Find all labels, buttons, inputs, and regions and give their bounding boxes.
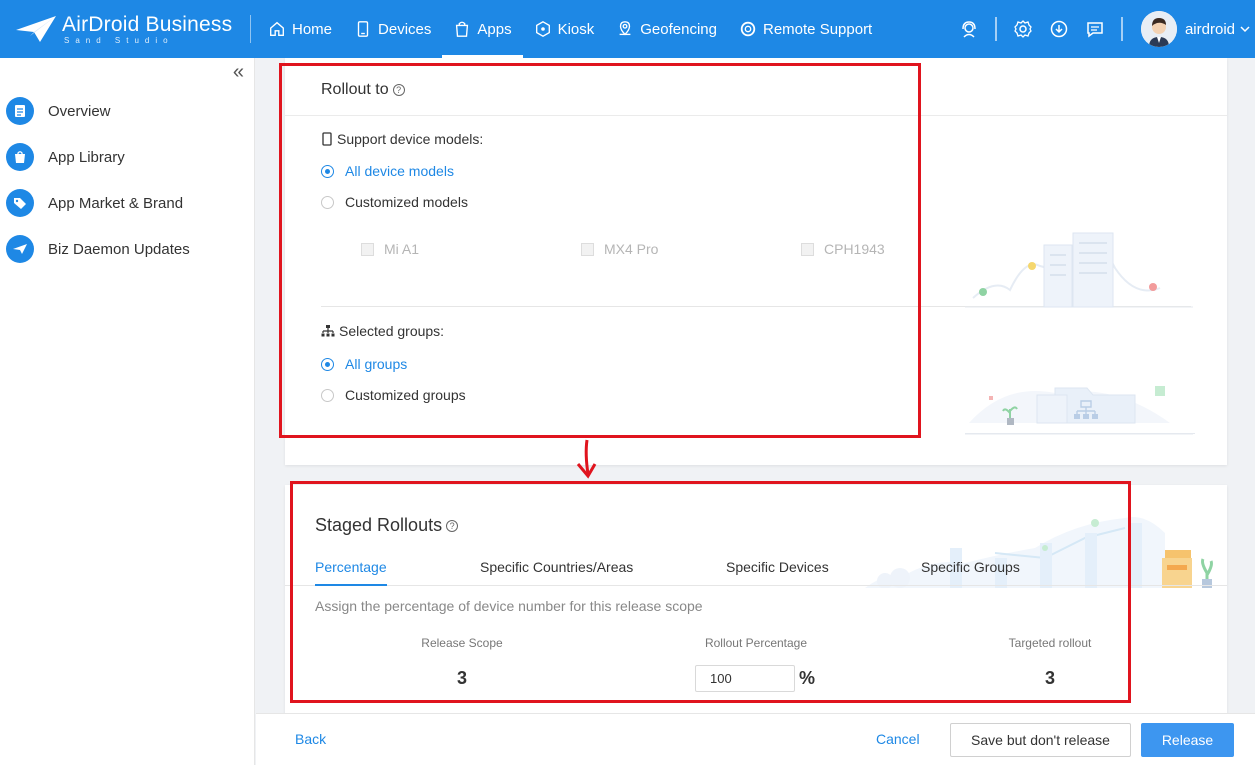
chevron-down-icon[interactable]	[1239, 23, 1251, 35]
plane-icon	[6, 235, 34, 263]
nav-kiosk[interactable]: Kiosk	[523, 0, 606, 58]
chat-icon	[1087, 22, 1103, 38]
user-name[interactable]: airdroid	[1185, 21, 1235, 38]
top-bar: AirDroid Business Sand Studio Home Devic…	[0, 0, 1255, 58]
sidebar-item-app-market-brand[interactable]: App Market & Brand	[0, 180, 254, 226]
sidebar-item-label: App Market & Brand	[48, 194, 184, 212]
download-icon	[1050, 20, 1068, 38]
devices-chart-illustration	[965, 232, 1193, 308]
sidebar-item-biz-daemon-updates[interactable]: Biz Daemon Updates	[0, 226, 254, 272]
geofence-icon	[619, 21, 631, 36]
nav-home-label: Home	[292, 20, 333, 38]
bag-icon	[456, 21, 469, 37]
annotation-arrow-icon	[576, 439, 597, 479]
release-button[interactable]: Release	[1141, 723, 1234, 757]
paper-plane-logo-icon	[14, 14, 58, 44]
device-icon	[357, 21, 369, 37]
nav-home[interactable]: Home	[257, 0, 343, 58]
nav-devices[interactable]: Devices	[343, 0, 442, 58]
divider	[965, 433, 1195, 434]
headset-icon	[962, 21, 976, 38]
kiosk-icon	[535, 21, 550, 37]
top-right-tools: airdroid	[951, 0, 1255, 58]
sidebar-item-overview[interactable]: Overview	[0, 88, 254, 134]
nav-remote-support[interactable]: Remote Support	[728, 0, 883, 58]
tag-icon	[6, 189, 34, 217]
divider	[994, 17, 997, 41]
lifebuoy-icon	[740, 21, 756, 37]
groups-folder-illustration	[965, 386, 1193, 435]
bag-icon	[6, 143, 34, 171]
brand-tagline: Sand Studio	[64, 35, 174, 45]
gear-icon	[1014, 20, 1032, 38]
settings-button[interactable]	[1005, 19, 1041, 39]
divider	[250, 15, 251, 43]
avatar[interactable]	[1140, 11, 1177, 47]
bottom-action-bar: Back Cancel Save but don't release Relea…	[256, 713, 1255, 765]
sidebar: « Overview App Library App Market & Bran…	[0, 58, 255, 765]
brand-name: AirDroid Business	[62, 12, 233, 36]
nav-geofencing-label: Geofencing	[640, 20, 717, 38]
save-without-release-button[interactable]: Save but don't release	[950, 723, 1131, 757]
download-button[interactable]	[1041, 19, 1077, 39]
back-button[interactable]: Back	[295, 731, 326, 747]
sidebar-item-label: Biz Daemon Updates	[48, 240, 190, 258]
nav-remote-support-label: Remote Support	[763, 20, 873, 38]
cancel-button[interactable]: Cancel	[876, 731, 920, 747]
document-icon	[6, 97, 34, 125]
annotation-box-rollout	[279, 63, 921, 438]
annotation-box-staged	[290, 481, 1131, 703]
messages-button[interactable]	[1077, 19, 1113, 39]
nav-geofencing[interactable]: Geofencing	[605, 0, 728, 58]
nav-devices-label: Devices	[378, 20, 432, 38]
nav-apps-label: Apps	[477, 20, 512, 38]
collapse-sidebar-icon[interactable]: «	[233, 62, 244, 82]
support-agent-button[interactable]	[951, 19, 987, 39]
sidebar-item-label: App Library	[48, 148, 125, 166]
sidebar-item-label: Overview	[48, 102, 111, 120]
nav-apps[interactable]: Apps	[442, 0, 523, 58]
nav-kiosk-label: Kiosk	[557, 20, 595, 38]
divider	[1120, 17, 1123, 41]
main-nav: Home Devices Apps Kiosk Geofencing Remot…	[257, 0, 883, 58]
home-icon	[270, 21, 284, 36]
brand-logo[interactable]: AirDroid Business Sand Studio	[0, 0, 250, 58]
sidebar-item-app-library[interactable]: App Library	[0, 134, 254, 180]
